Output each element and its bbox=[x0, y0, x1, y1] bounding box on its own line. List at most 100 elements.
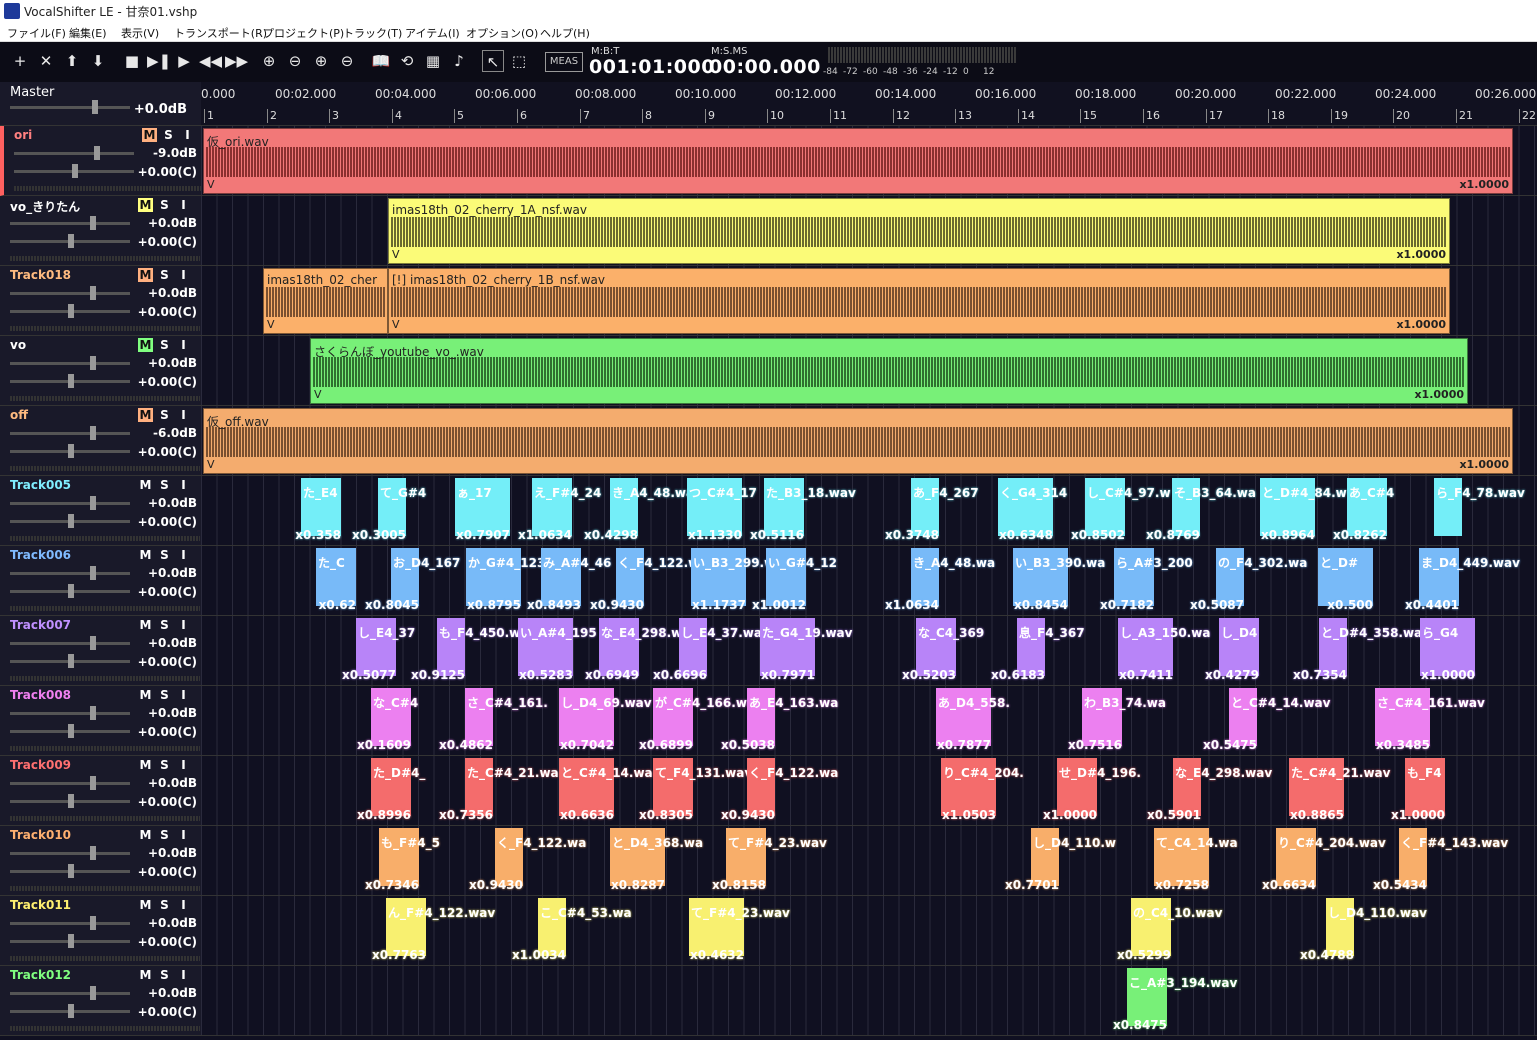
s-button[interactable]: S bbox=[157, 828, 172, 842]
volume-slider[interactable] bbox=[10, 706, 130, 720]
i-button[interactable]: I bbox=[176, 758, 191, 772]
volume-slider[interactable] bbox=[10, 286, 130, 300]
note-segment[interactable]: た_D#4_ x0.8996 bbox=[357, 758, 425, 824]
track-lane[interactable]: さくらんぼ_youtube_vo_.wav Vx1.0000 bbox=[201, 336, 1537, 406]
slider-knob[interactable] bbox=[68, 374, 74, 388]
note-segment[interactable]: ま_D4_449.wav x0.4401 bbox=[1405, 548, 1520, 614]
note-segment[interactable]: し_D4_110.w x0.7701 bbox=[1005, 828, 1116, 894]
i-button[interactable]: I bbox=[176, 968, 191, 982]
pan-slider[interactable] bbox=[10, 444, 130, 458]
note-segment[interactable]: い_B3_390.wa x0.8454 bbox=[1013, 548, 1105, 614]
note-segment[interactable]: し_C#4_97.w x0.8502 bbox=[1071, 478, 1171, 544]
slider-knob[interactable] bbox=[68, 724, 74, 738]
slider-knob[interactable] bbox=[90, 916, 96, 930]
slider-knob[interactable] bbox=[90, 356, 96, 370]
volume-slider[interactable] bbox=[10, 216, 130, 230]
audio-clip[interactable]: [!] imas18th_02_cherry_1B_nsf.wav Vx1.000… bbox=[388, 268, 1450, 334]
note-segment[interactable]: て_F4_131.wav x0.8305 bbox=[639, 758, 752, 824]
note-segment[interactable]: て_C4_14.wa x0.7258 bbox=[1154, 828, 1238, 894]
slider-knob[interactable] bbox=[90, 776, 96, 790]
note-segment[interactable]: し_D4_69.wav x0.7042 bbox=[559, 688, 652, 754]
m-button[interactable]: M bbox=[138, 618, 153, 632]
note-segment[interactable]: も_F#4_5 x0.7346 bbox=[365, 828, 440, 894]
s-button[interactable]: S bbox=[157, 898, 172, 912]
slider-knob[interactable] bbox=[90, 496, 96, 510]
s-button[interactable]: S bbox=[157, 338, 172, 352]
pan-slider[interactable] bbox=[10, 234, 130, 248]
note-segment[interactable]: な_E4_298.wav x0.6949 bbox=[585, 618, 698, 684]
track-lane[interactable]: も_F#4_5 x0.7346 く_F4_122.wa x0.9430 と_D4_368… bbox=[201, 826, 1537, 896]
note-segment[interactable]: ら_F4_78.wav bbox=[1434, 478, 1525, 544]
note-segment[interactable]: て_G#4 x0.3005 bbox=[352, 478, 426, 544]
pan-slider[interactable] bbox=[10, 864, 130, 878]
m-button[interactable]: M bbox=[138, 898, 153, 912]
note-segment[interactable]: た_E4 x0.358 bbox=[295, 478, 341, 544]
audio-clip[interactable]: 仮_ori.wav Vx1.0000 bbox=[203, 128, 1513, 194]
slider-knob[interactable] bbox=[68, 234, 74, 248]
slider-knob[interactable] bbox=[94, 146, 100, 160]
note-segment[interactable]: ら_A#3_200 x0.7182 bbox=[1100, 548, 1193, 614]
volume-slider[interactable] bbox=[10, 426, 130, 440]
note-segment[interactable]: た_C#4_21.wav x0.8865 bbox=[1289, 758, 1390, 824]
note-segment[interactable]: あ_C#4 x0.8262 bbox=[1333, 478, 1394, 544]
s-button[interactable]: S bbox=[157, 968, 172, 982]
m-button[interactable]: M bbox=[138, 688, 153, 702]
note-segment[interactable]: き_A4_48.wa x1.0634 bbox=[885, 548, 995, 614]
slider-knob[interactable] bbox=[90, 216, 96, 230]
note-segment[interactable]: あ_F4_267 x0.3748 bbox=[885, 478, 979, 544]
note-segment[interactable]: そ_B3_64.wa x0.8769 bbox=[1146, 478, 1256, 544]
note-segment[interactable]: り_C#4_204.wav x0.6634 bbox=[1262, 828, 1386, 894]
s-button[interactable]: S bbox=[157, 758, 172, 772]
slider-knob[interactable] bbox=[68, 934, 74, 948]
slider-knob[interactable] bbox=[90, 986, 96, 1000]
i-button[interactable]: I bbox=[176, 478, 191, 492]
m-button[interactable]: M bbox=[138, 828, 153, 842]
note-segment[interactable]: て_F#4_23.wav x0.4632 bbox=[689, 898, 790, 964]
track-lane[interactable]: imas18th_02_cher V [!] imas18th_02_cherry_… bbox=[201, 266, 1537, 336]
menu-item-4[interactable]: プロジェクト(P) bbox=[263, 25, 344, 41]
note-segment[interactable]: し_A3_150.wa x0.7411 bbox=[1118, 618, 1210, 684]
s-button[interactable]: S bbox=[157, 548, 172, 562]
pointer-icon[interactable]: ↖ bbox=[482, 50, 504, 72]
m-button[interactable]: M bbox=[138, 268, 153, 282]
note-segment[interactable]: と_D#4_84.w x0.8964 bbox=[1260, 478, 1347, 544]
note-segment[interactable]: ぁ_17 x0.7907 bbox=[455, 478, 510, 544]
menu-item-7[interactable]: オプション(O) bbox=[466, 25, 538, 41]
note-segment[interactable]: な_E4_298.wav x0.5901 bbox=[1147, 758, 1272, 824]
note-segment[interactable]: し_D4_110.wav x0.4788 bbox=[1300, 898, 1427, 964]
pan-slider[interactable] bbox=[10, 1004, 130, 1018]
volume-slider[interactable] bbox=[10, 566, 130, 580]
book-icon[interactable]: 📖 bbox=[370, 50, 392, 72]
menu-item-5[interactable]: トラック(T) bbox=[343, 25, 402, 41]
i-button[interactable]: I bbox=[176, 828, 191, 842]
fast-forward-icon[interactable]: ▶▶ bbox=[225, 50, 248, 72]
note-segment[interactable]: い_A#4_195 x0.5283 bbox=[518, 618, 597, 684]
note-segment[interactable]: く_F4_122.wa x0.9430 bbox=[469, 828, 586, 894]
volume-slider[interactable] bbox=[14, 146, 134, 160]
s-button[interactable]: S bbox=[157, 198, 172, 212]
slider-knob[interactable] bbox=[90, 706, 96, 720]
slider-knob[interactable] bbox=[68, 794, 74, 808]
track-lane[interactable]: た_E4 x0.358 て_G#4 x0.3005 ぁ_17 x0.7907 え_F#4_2… bbox=[201, 476, 1537, 546]
m-button[interactable]: M bbox=[142, 128, 157, 142]
zoom-out-v-icon[interactable]: ⊖ bbox=[336, 50, 358, 72]
note-segment[interactable]: と_C#4_14.wa x0.6636 bbox=[559, 758, 653, 824]
note-segment[interactable]: ん_F#4_122.wav x0.7763 bbox=[372, 898, 495, 964]
audio-clip[interactable]: imas18th_02_cherry_1A_nsf.wav Vx1.0000 bbox=[388, 198, 1450, 264]
m-button[interactable]: M bbox=[138, 198, 153, 212]
pan-slider[interactable] bbox=[14, 164, 134, 178]
close-icon[interactable]: ✕ bbox=[35, 50, 57, 72]
note-segment[interactable]: ら_G4 x1.0000 bbox=[1420, 618, 1475, 684]
slider-knob[interactable] bbox=[90, 426, 96, 440]
note-segment[interactable]: わ_B3_74.wa x0.7516 bbox=[1068, 688, 1166, 754]
note-segment[interactable]: く_F#4_143.wav x0.5434 bbox=[1373, 828, 1508, 894]
volume-slider[interactable] bbox=[10, 916, 130, 930]
note-segment[interactable]: の_F4_302.wa x0.5087 bbox=[1190, 548, 1307, 614]
audio-clip[interactable]: さくらんぼ_youtube_vo_.wav Vx1.0000 bbox=[310, 338, 1468, 404]
slider-knob[interactable] bbox=[90, 566, 96, 580]
meas-button[interactable]: MEAS bbox=[545, 52, 583, 72]
loop-icon[interactable]: ⟲ bbox=[396, 50, 418, 72]
pan-slider[interactable] bbox=[10, 724, 130, 738]
grid-icon[interactable]: ▦ bbox=[422, 50, 444, 72]
note-segment[interactable]: も_F4_450.wa x0.9125 bbox=[411, 618, 528, 684]
